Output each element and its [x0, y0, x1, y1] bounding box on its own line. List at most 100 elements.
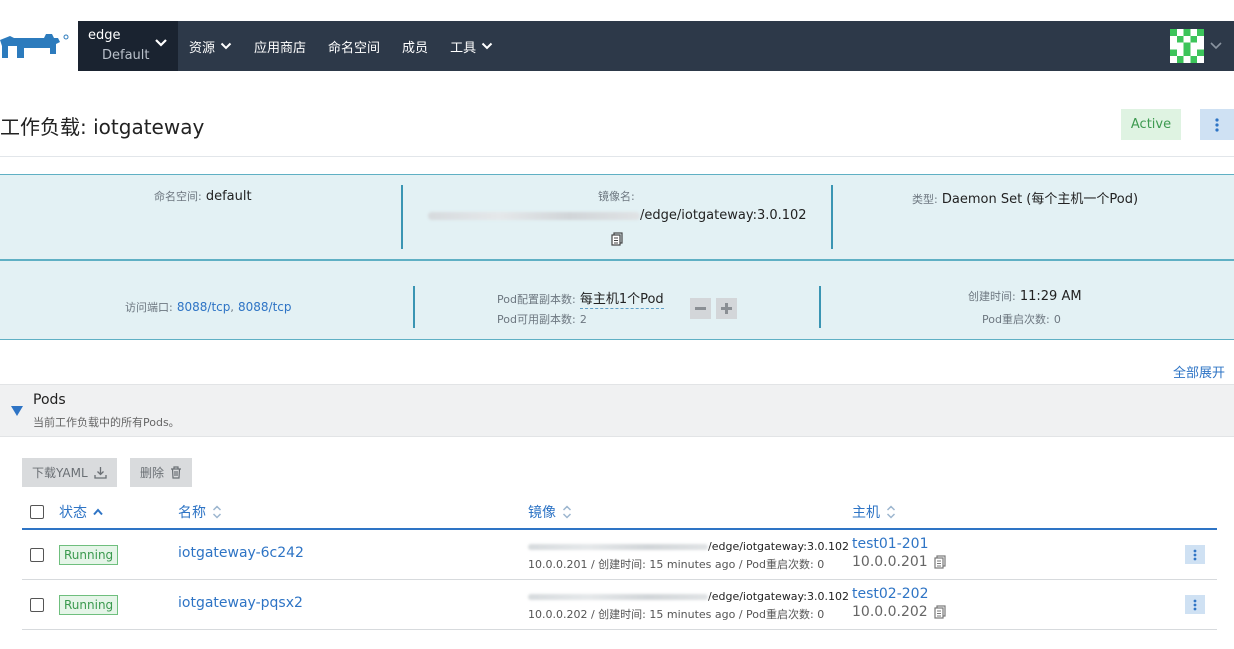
download-icon: [94, 467, 107, 479]
pod-image: /edge/iotgateway:3.0.102: [528, 590, 849, 603]
available-field: Pod可用副本数: 2: [497, 311, 587, 327]
delete-label: 删除: [140, 466, 165, 480]
delete-button[interactable]: 删除: [130, 458, 193, 487]
host-ip: 10.0.0.202: [852, 604, 946, 620]
vertical-dots-icon: [1193, 549, 1197, 560]
nav-namespaces[interactable]: 命名空间: [317, 37, 391, 56]
created-value: 11:29 AM: [1019, 289, 1082, 304]
restarts-field: Pod重启次数: 0: [982, 311, 1061, 327]
column-header-state[interactable]: 状态: [59, 502, 103, 522]
available-label: Pod可用副本数:: [497, 313, 576, 326]
pods-section-header[interactable]: Pods 当前工作负载中的所有Pods。: [0, 384, 1234, 437]
scale-value[interactable]: 每主机1个Pod: [579, 292, 664, 309]
pod-image-value: /edge/iotgateway:3.0.102: [708, 540, 849, 553]
pod-name-link[interactable]: iotgateway-6c242: [178, 545, 304, 561]
column-header-name[interactable]: 名称: [178, 502, 222, 522]
image-value: /edge/iotgateway:3.0.102: [640, 208, 807, 223]
nav-members[interactable]: 成员: [391, 37, 439, 56]
scale-field: Pod配置副本数: 每主机1个Pod: [497, 288, 664, 309]
image-label: 镜像名:: [598, 190, 635, 203]
ports-label: 访问端口:: [125, 301, 173, 314]
column-host-label: 主机: [852, 505, 880, 521]
chevron-down-icon[interactable]: [1209, 40, 1223, 52]
vertical-dots-icon: [1193, 599, 1197, 610]
pod-status-badge: Running: [59, 595, 119, 615]
trash-icon: [171, 466, 182, 479]
actions-menu-button[interactable]: [1200, 109, 1234, 140]
copy-icon[interactable]: [934, 555, 946, 569]
user-avatar[interactable]: [1170, 29, 1204, 63]
nav-tools[interactable]: 工具: [439, 37, 504, 56]
pod-image: /edge/iotgateway:3.0.102: [528, 540, 849, 553]
column-image-label: 镜像: [528, 505, 556, 521]
scale-up-button[interactable]: [716, 298, 737, 319]
namespace-label: 命名空间:: [154, 190, 202, 203]
image-field: /edge/iotgateway:3.0.102: [428, 208, 807, 223]
divider: [0, 156, 1234, 157]
workload-name: iotgateway: [93, 115, 205, 139]
chevron-down-icon: [481, 42, 493, 50]
ports-field: 访问端口: 8088/tcp, 8088/tcp: [125, 299, 292, 315]
redacted-registry: [528, 594, 708, 600]
available-value: 2: [579, 313, 587, 326]
nav-resources[interactable]: 资源: [178, 37, 243, 56]
host-link[interactable]: test01-201: [852, 536, 928, 552]
page-title-prefix: 工作负载:: [0, 115, 87, 139]
created-field: 创建时间: 11:29 AM: [968, 288, 1082, 304]
rancher-logo-icon: [0, 34, 69, 58]
namespace-value: default: [205, 189, 252, 204]
namespace-field: 命名空间: default: [154, 188, 252, 204]
column-header-image[interactable]: 镜像: [528, 502, 572, 522]
sort-icon: [562, 505, 572, 519]
workload-runtime-panel: 访问端口: 8088/tcp, 8088/tcp Pod配置副本数: 每主机1个…: [0, 260, 1234, 340]
sort-icon: [212, 505, 222, 519]
expand-all-link[interactable]: 全部展开: [1173, 362, 1225, 381]
pod-name-link[interactable]: iotgateway-pqsx2: [178, 595, 303, 611]
row-checkbox[interactable]: [30, 598, 44, 612]
cluster-project-switcher[interactable]: edge Default: [78, 21, 178, 71]
type-label: 类型:: [912, 193, 938, 206]
redacted-registry: [428, 211, 640, 220]
row-actions-button[interactable]: [1185, 595, 1205, 614]
status-badge: Active: [1121, 109, 1181, 140]
pod-status-badge: Running: [59, 545, 119, 565]
image-label-field: 镜像名:: [598, 188, 635, 204]
pod-image-value: /edge/iotgateway:3.0.102: [708, 590, 849, 603]
pods-section-subtitle: 当前工作负载中的所有Pods。: [33, 416, 180, 429]
cluster-name: edge: [88, 28, 121, 43]
nav-app-store-label: 应用商店: [254, 40, 307, 56]
rancher-logo[interactable]: [0, 21, 78, 71]
nav-resources-label: 资源: [189, 40, 216, 56]
pod-detail: 10.0.0.201 / 创建时间: 15 minutes ago / Pod重…: [528, 558, 825, 571]
port-link[interactable]: 8088/tcp: [177, 300, 231, 314]
copy-icon[interactable]: [611, 232, 623, 246]
nav-members-label: 成员: [402, 40, 429, 56]
pod-detail: 10.0.0.202 / 创建时间: 15 minutes ago / Pod重…: [528, 608, 825, 621]
workload-info-panel: 命名空间: default 镜像名: /edge/iotgateway:3.0.…: [0, 174, 1234, 260]
sort-ascending-icon: [93, 508, 103, 516]
top-navigation-bar: edge Default 资源 应用商店 命名空间 成员 工具: [0, 21, 1234, 71]
table-row: Running iotgateway-6c242 /edge/iotgatewa…: [22, 530, 1217, 580]
host-link[interactable]: test02-202: [852, 586, 928, 602]
sort-icon: [886, 505, 896, 519]
column-header-host[interactable]: 主机: [852, 502, 896, 522]
nav-app-store[interactable]: 应用商店: [243, 37, 317, 56]
row-checkbox[interactable]: [30, 548, 44, 562]
divider: [819, 286, 821, 328]
restarts-label: Pod重启次数:: [982, 313, 1050, 326]
copy-icon[interactable]: [934, 605, 946, 619]
download-yaml-button[interactable]: 下载YAML: [22, 458, 117, 487]
table-row: Running iotgateway-pqsx2 /edge/iotgatewa…: [22, 580, 1217, 630]
pods-table-header: 状态 名称 镜像 主机: [22, 500, 1217, 530]
divider: [413, 286, 415, 328]
minus-icon: [695, 307, 706, 310]
host-ip-value: 10.0.0.201: [852, 554, 928, 570]
nav-namespaces-label: 命名空间: [328, 40, 381, 56]
main-nav: 资源 应用商店 命名空间 成员 工具: [178, 21, 504, 71]
select-all-checkbox[interactable]: [30, 505, 44, 519]
row-actions-button[interactable]: [1185, 545, 1205, 564]
port-link[interactable]: 8088/tcp: [238, 300, 292, 314]
project-name: Default: [102, 48, 150, 63]
scale-down-button[interactable]: [690, 298, 711, 319]
host-ip-value: 10.0.0.202: [852, 604, 928, 620]
